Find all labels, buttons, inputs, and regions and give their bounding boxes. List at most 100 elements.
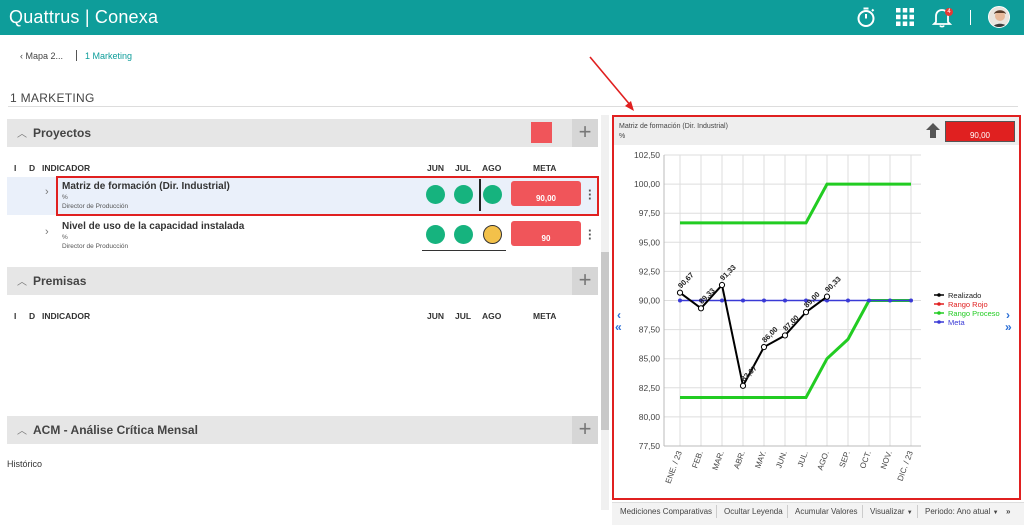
x-tick-label: AGO.: [816, 450, 831, 472]
x-tick-label: SEP.: [838, 450, 852, 469]
indicator-owner: Director de Producción: [62, 243, 129, 250]
y-tick-label: 90,00: [639, 296, 661, 306]
y-tick-label: 82,50: [639, 383, 661, 393]
y-tick-label: 97,50: [639, 208, 661, 218]
x-tick-label: FEB.: [690, 450, 705, 470]
meta-point: [909, 298, 913, 303]
brand-logo[interactable]: Quattrus | Conexa: [9, 7, 158, 28]
selection-highlight: [56, 176, 599, 216]
x-tick-label: ABR.: [732, 450, 747, 471]
meta-point: [846, 298, 850, 303]
y-tick-label: 95,00: [639, 237, 661, 247]
toolbar-divider: [862, 505, 863, 518]
historico-label: Histórico: [7, 459, 43, 469]
y-tick-label: 100,00: [634, 179, 660, 189]
periodo-dropdown[interactable]: Periodo: Ano atual ▼: [925, 505, 999, 519]
add-button[interactable]: +: [572, 416, 598, 444]
legend-marker: [937, 320, 941, 324]
ocultar-leyenda-button[interactable]: Ocultar Leyenda: [724, 505, 783, 519]
status-dot-jul[interactable]: [454, 225, 473, 244]
data-label: 90,33: [823, 274, 843, 294]
notification-badge: 4: [945, 8, 953, 16]
x-tick-label: JUL.: [796, 450, 810, 469]
apps-grid-icon[interactable]: [893, 5, 917, 29]
breadcrumb-parent: Mapa 2...: [25, 51, 64, 61]
realizado-point: [739, 382, 747, 389]
section-status-indicator: [531, 122, 552, 143]
data-label: 91,33: [718, 263, 738, 283]
periodo-label: Periodo: Ano atual: [925, 507, 991, 516]
realizado-point: [718, 281, 726, 289]
col-header-d: D: [29, 311, 36, 321]
meta-value-box[interactable]: 90: [511, 221, 581, 246]
breadcrumb-back-link[interactable]: ‹ Mapa 2...: [20, 51, 63, 61]
y-tick-label: 80,00: [639, 412, 661, 422]
meta-point: [720, 298, 724, 303]
data-label: 82,67: [739, 364, 759, 384]
add-button[interactable]: +: [572, 267, 598, 295]
series-line-rango-proceso: [680, 182, 911, 225]
more-options-icon[interactable]: · · ·: [588, 224, 592, 245]
breadcrumb-current[interactable]: 1 Marketing: [85, 51, 132, 61]
acumular-valores-button[interactable]: Acumular Valores: [795, 505, 858, 519]
col-header-i: I: [14, 163, 17, 173]
section-acm-header[interactable]: ︿ ACM - Análise Crítica Mensal +: [7, 416, 598, 444]
status-dot-jun[interactable]: [426, 225, 445, 244]
title-divider: [8, 106, 1018, 107]
topbar-divider: [970, 10, 971, 25]
x-tick-label: MAR.: [711, 450, 726, 472]
x-tick-label: DIC. / 23: [896, 449, 915, 482]
col-header-meta: META: [533, 311, 557, 321]
collapse-caret-icon[interactable]: ︿: [17, 125, 27, 140]
x-tick-label: JUN.: [774, 450, 789, 470]
toolbar-divider: [917, 505, 918, 518]
stopwatch-icon[interactable]: [854, 5, 878, 29]
indicator-unit: %: [62, 234, 68, 241]
chart-current-value: 90,00: [945, 121, 1015, 142]
data-label: 90,67: [676, 270, 696, 290]
col-header-indicador: INDICADOR: [42, 311, 91, 321]
avatar[interactable]: [988, 6, 1010, 28]
realizado-point: [676, 289, 684, 296]
toolbar-divider: [787, 505, 788, 518]
section-premisas-header[interactable]: ︿ Premisas +: [7, 267, 598, 295]
x-tick-label: NOV.: [879, 450, 894, 471]
legend-label: Meta: [948, 318, 966, 327]
expand-chevron-icon[interactable]: ›: [45, 226, 49, 238]
section-proyectos-header[interactable]: ︿ Proyectos +: [7, 119, 598, 147]
legend-marker: [937, 311, 941, 315]
mediciones-comparativas-button[interactable]: Mediciones Comparativas: [620, 505, 712, 519]
realizado-point: [781, 332, 789, 339]
breadcrumb-divider: [76, 50, 77, 61]
caret-down-icon: ▼: [992, 510, 999, 516]
chart-unit: %: [619, 133, 626, 140]
data-label: 86,00: [760, 325, 780, 345]
realizado-point: [760, 343, 768, 351]
section-title: Proyectos: [33, 126, 92, 140]
y-tick-label: 77,50: [639, 441, 661, 451]
status-dot-ago[interactable]: [483, 225, 502, 244]
visualizar-dropdown[interactable]: Visualizar ▼: [870, 505, 913, 519]
scrollbar-thumb[interactable]: [601, 252, 609, 430]
add-button[interactable]: +: [572, 119, 598, 147]
collapse-caret-icon[interactable]: ︿: [17, 422, 27, 437]
col-header-meta: META: [533, 163, 557, 173]
meta-point: [867, 298, 871, 303]
collapse-caret-icon[interactable]: ︿: [17, 273, 27, 288]
top-bar: Quattrus | Conexa 4: [0, 0, 1024, 35]
row-underline: [422, 250, 506, 251]
double-chevron-right-icon[interactable]: »: [1006, 505, 1010, 519]
meta-point: [678, 298, 682, 303]
expand-chevron-icon[interactable]: ›: [45, 186, 49, 198]
page-title: 1 MARKETING: [10, 91, 95, 105]
col-header-jun: JUN: [427, 311, 445, 321]
realizado-point: [802, 309, 810, 316]
col-header-ago: AGO: [482, 311, 502, 321]
section-title: ACM - Análise Crítica Mensal: [33, 423, 198, 437]
indicator-name[interactable]: Nivel de uso de la capacidad instalada: [62, 221, 244, 232]
realizado-point: [697, 305, 705, 312]
y-tick-label: 92,50: [639, 266, 661, 276]
caret-down-icon: ▼: [906, 510, 913, 516]
x-tick-label: ENE. / 23: [664, 449, 684, 485]
meta-point: [783, 298, 787, 303]
